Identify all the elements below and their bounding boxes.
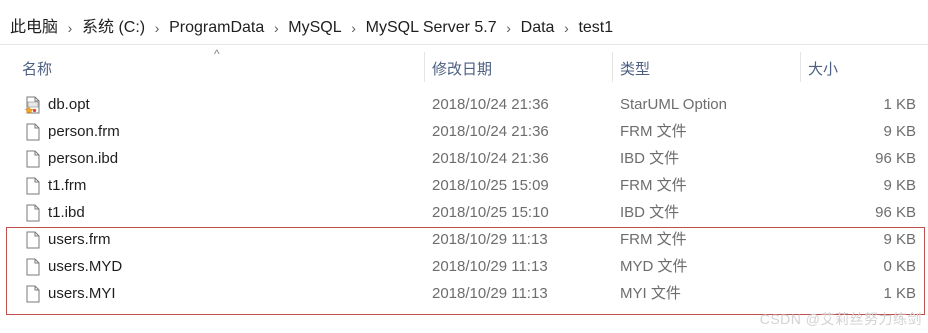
file-name: users.MYI — [48, 285, 116, 302]
breadcrumb-item-data[interactable]: Data — [521, 18, 555, 38]
file-date: 2018/10/24 21:36 — [432, 150, 549, 167]
file-type: MYI 文件 — [620, 285, 681, 302]
file-name: t1.frm — [48, 177, 87, 194]
column-header-date[interactable]: 修改日期 — [432, 58, 492, 79]
file-row[interactable]: users.MYD 2018/10/29 11:13 MYD 文件 0 KB — [0, 253, 928, 280]
file-row[interactable]: users.MYI 2018/10/29 11:13 MYI 文件 1 KB — [0, 280, 928, 307]
file-size: 1 KB — [883, 96, 916, 113]
chevron-right-icon[interactable]: › — [264, 18, 288, 38]
file-date: 2018/10/24 21:36 — [432, 96, 549, 113]
column-divider[interactable] — [800, 52, 801, 82]
breadcrumb-item-test1[interactable]: test1 — [578, 18, 613, 38]
file-type: IBD 文件 — [620, 150, 680, 167]
file-type: IBD 文件 — [620, 204, 680, 221]
file-row[interactable]: t1.ibd 2018/10/25 15:10 IBD 文件 96 KB — [0, 199, 928, 226]
file-size: 96 KB — [875, 204, 916, 221]
staruml-file-icon — [25, 96, 40, 114]
file-name: person.ibd — [48, 150, 119, 167]
column-header: ^ 名称 修改日期 类型 大小 — [0, 48, 928, 82]
file-icon — [26, 258, 40, 276]
file-type: FRM 文件 — [620, 177, 687, 194]
file-icon — [26, 204, 40, 222]
file-name: person.frm — [48, 123, 120, 140]
file-name: users.MYD — [48, 258, 123, 275]
chevron-right-icon[interactable]: › — [58, 18, 82, 38]
file-icon — [26, 150, 40, 168]
file-size: 9 KB — [883, 123, 916, 140]
file-date: 2018/10/24 21:36 — [432, 123, 549, 140]
file-row[interactable]: users.frm 2018/10/29 11:13 FRM 文件 9 KB — [0, 226, 928, 253]
sort-ascending-icon: ^ — [214, 47, 220, 61]
column-header-type[interactable]: 类型 — [620, 58, 650, 79]
file-row[interactable]: person.frm 2018/10/24 21:36 FRM 文件 9 KB — [0, 118, 928, 145]
file-row[interactable]: db.opt 2018/10/24 21:36 StarUML Option 1… — [0, 91, 928, 118]
watermark: CSDN @艾莉丝努力练剑 — [759, 311, 922, 327]
column-divider[interactable] — [612, 52, 613, 82]
file-date: 2018/10/25 15:10 — [432, 204, 549, 221]
file-icon — [26, 285, 40, 303]
chevron-right-icon[interactable]: › — [145, 18, 169, 38]
file-row[interactable]: t1.frm 2018/10/25 15:09 FRM 文件 9 KB — [0, 172, 928, 199]
file-size: 9 KB — [883, 231, 916, 248]
chevron-right-icon[interactable]: › — [342, 18, 366, 38]
column-header-size[interactable]: 大小 — [808, 58, 838, 79]
file-size: 0 KB — [883, 258, 916, 275]
file-date: 2018/10/29 11:13 — [432, 285, 548, 302]
file-type: FRM 文件 — [620, 123, 687, 140]
file-size: 9 KB — [883, 177, 916, 194]
file-icon — [26, 123, 40, 141]
column-divider[interactable] — [424, 52, 425, 82]
breadcrumb-item-programdata[interactable]: ProgramData — [169, 18, 264, 38]
file-icon — [26, 231, 40, 249]
breadcrumb-item-mysql-server[interactable]: MySQL Server 5.7 — [366, 18, 497, 38]
breadcrumb: 此电脑 › 系统 (C:) › ProgramData › MySQL › My… — [10, 18, 613, 38]
file-date: 2018/10/29 11:13 — [432, 258, 548, 275]
file-name: users.frm — [48, 231, 111, 248]
file-list: db.opt 2018/10/24 21:36 StarUML Option 1… — [0, 91, 928, 307]
address-bar[interactable]: 此电脑 › 系统 (C:) › ProgramData › MySQL › My… — [0, 0, 928, 55]
file-type: MYD 文件 — [620, 258, 688, 275]
file-name: db.opt — [48, 96, 90, 113]
breadcrumb-item-system-drive[interactable]: 系统 (C:) — [82, 18, 145, 38]
breadcrumb-item-mysql[interactable]: MySQL — [288, 18, 341, 38]
chevron-right-icon[interactable]: › — [497, 18, 521, 38]
column-header-name[interactable]: 名称 — [22, 58, 52, 79]
file-row[interactable]: person.ibd 2018/10/24 21:36 IBD 文件 96 KB — [0, 145, 928, 172]
file-type: StarUML Option — [620, 96, 727, 113]
file-size: 96 KB — [875, 150, 916, 167]
file-date: 2018/10/25 15:09 — [432, 177, 549, 194]
file-size: 1 KB — [883, 285, 916, 302]
file-name: t1.ibd — [48, 204, 85, 221]
file-icon — [26, 177, 40, 195]
file-type: FRM 文件 — [620, 231, 687, 248]
breadcrumb-item-this-pc[interactable]: 此电脑 — [10, 18, 58, 38]
chevron-right-icon[interactable]: › — [554, 18, 578, 38]
file-date: 2018/10/29 11:13 — [432, 231, 548, 248]
